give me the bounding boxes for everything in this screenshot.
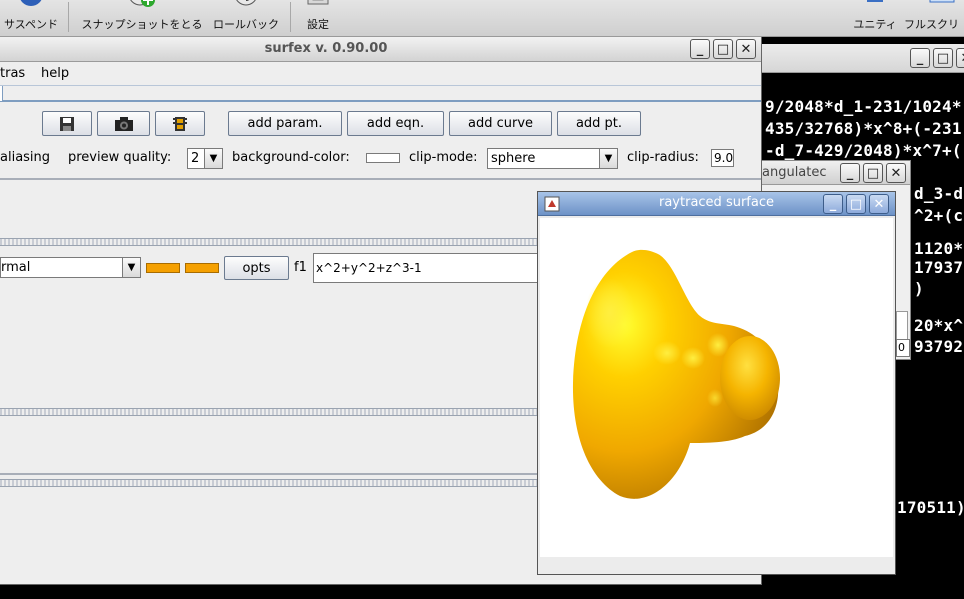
movie-icon	[173, 116, 187, 131]
unity-label: ユニティ	[853, 18, 897, 31]
equation-name-label: f1	[294, 260, 307, 275]
take-snapshot-label: スナップショットをとる	[81, 18, 203, 31]
save-icon	[60, 116, 74, 131]
movie-button[interactable]	[155, 111, 205, 136]
close-button[interactable]: ✕	[886, 163, 906, 183]
equation-input[interactable]: x^2+y^2+z^3-1	[313, 253, 543, 283]
maximize-button[interactable]: □	[933, 48, 953, 68]
raytraced-surface-window[interactable]: raytraced surface _ □ ✕	[537, 191, 896, 575]
fullscreen-icon	[929, 0, 955, 3]
clip-mode-select[interactable]: sphere ▼	[487, 148, 618, 169]
clip-mode-label: clip-mode:	[409, 150, 478, 165]
equation-mode-value: rmal	[1, 260, 31, 275]
raytraced-surface-image	[572, 249, 780, 499]
camera-icon	[114, 116, 133, 131]
terminal-line: )	[914, 279, 924, 298]
angulated-value-field[interactable]: 0	[896, 339, 910, 357]
terminal-line: ^2+(c	[914, 206, 964, 225]
unity-button[interactable]: ユニティ	[850, 0, 900, 37]
background-color-swatch[interactable]	[366, 153, 400, 163]
terminal-line: 9/2048*d_1-231/1024*	[765, 97, 962, 116]
minimize-button[interactable]: _	[823, 194, 843, 214]
maximize-button[interactable]: □	[863, 163, 883, 183]
close-button[interactable]: ✕	[736, 39, 756, 59]
antialiasing-label: aliasing	[0, 150, 51, 165]
maximize-button[interactable]: □	[713, 39, 733, 59]
rollback-label: ロールバック	[213, 18, 279, 31]
chevron-down-icon: ▼	[599, 149, 617, 168]
suspend-label: サスペンド	[3, 18, 58, 31]
terminal-line: d_3-d	[914, 184, 964, 203]
minimize-button[interactable]: _	[840, 163, 860, 183]
pause-icon	[20, 0, 42, 6]
chevron-down-icon: ▼	[204, 149, 222, 168]
fullscreen-button[interactable]: フルスクリ	[904, 0, 964, 37]
background-color-label: background-color:	[232, 150, 350, 165]
terminal-line: 20*x^	[914, 316, 964, 335]
close-button[interactable]: ✕	[956, 48, 964, 68]
add-param-button[interactable]: add param.	[228, 111, 342, 136]
equation-mode-select[interactable]: rmal ▼	[0, 257, 141, 278]
terminal-line: 435/32768)*x^8+(-231	[765, 119, 962, 138]
main-titlebar: surfex v. 0.90.00 _ □ ✕	[0, 37, 761, 62]
menu-bar: tras help	[0, 63, 761, 85]
menu-extras[interactable]: tras	[0, 66, 25, 81]
options-separator	[0, 178, 761, 180]
angulated-titlebar: angulatec _ □ ✕	[758, 161, 910, 185]
tab-strip	[0, 85, 761, 102]
outside-color-swatch[interactable]	[185, 263, 219, 273]
preview-quality-value: 2	[191, 151, 200, 166]
clip-radius-label: clip-radius:	[627, 150, 699, 165]
angulated-scrollbar[interactable]	[896, 311, 908, 341]
opts-button[interactable]: opts	[224, 256, 289, 280]
toolbar-separator	[290, 2, 291, 32]
maximize-button[interactable]: □	[846, 194, 866, 214]
raytraced-titlebar: raytraced surface _ □ ✕	[538, 192, 895, 216]
save-button[interactable]	[42, 111, 92, 136]
render-canvas[interactable]	[540, 218, 893, 557]
minimize-button[interactable]: _	[910, 48, 930, 68]
suspend-button[interactable]: サスペンド	[0, 0, 62, 37]
clip-radius-input[interactable]: 9.0	[711, 149, 734, 167]
terminal-line: 1120*	[914, 239, 964, 258]
close-button[interactable]: ✕	[869, 194, 889, 214]
menu-help[interactable]: help	[41, 66, 69, 81]
add-eqn-button[interactable]: add eqn.	[347, 111, 444, 136]
preview-quality-label: preview quality:	[68, 150, 172, 165]
settings-button[interactable]: 設定	[298, 0, 338, 37]
inside-color-swatch[interactable]	[146, 263, 180, 273]
rollback-button[interactable]: ロールバック	[208, 0, 284, 37]
minimize-button[interactable]: _	[690, 39, 710, 59]
settings-label: 設定	[307, 18, 329, 31]
toolbar-separator	[68, 2, 69, 32]
add-pt-button[interactable]: add pt.	[557, 111, 641, 136]
terminal-line: 17937	[914, 258, 964, 277]
unity-icon	[867, 0, 883, 2]
angulated-title: angulatec	[762, 165, 827, 180]
terminal-titlebar: _ □ ✕	[757, 44, 964, 73]
rollback-icon	[236, 0, 256, 6]
terminal-line: 93792	[914, 337, 964, 356]
chevron-down-icon: ▼	[122, 258, 140, 277]
take-snapshot-button[interactable]: スナップショットをとる	[78, 0, 206, 37]
add-curve-button[interactable]: add curve	[449, 111, 552, 136]
main-window-title: surfex v. 0.90.00	[264, 41, 388, 56]
host-toolbar: サスペンド スナップショットをとる ロールバック 設定 ユニティ フルスクリ	[0, 0, 964, 37]
settings-icon	[307, 0, 329, 5]
terminal-line: -d_7-429/2048)*x^7+(	[765, 141, 962, 160]
terminal-line: 170511)	[897, 498, 964, 517]
snapshot-add-icon	[130, 0, 155, 7]
snapshot-button[interactable]	[97, 111, 150, 136]
fullscreen-label: フルスクリ	[904, 18, 959, 31]
preview-quality-select[interactable]: 2 ▼	[187, 148, 223, 169]
clip-mode-value: sphere	[491, 151, 536, 166]
tab-main[interactable]	[0, 86, 3, 101]
